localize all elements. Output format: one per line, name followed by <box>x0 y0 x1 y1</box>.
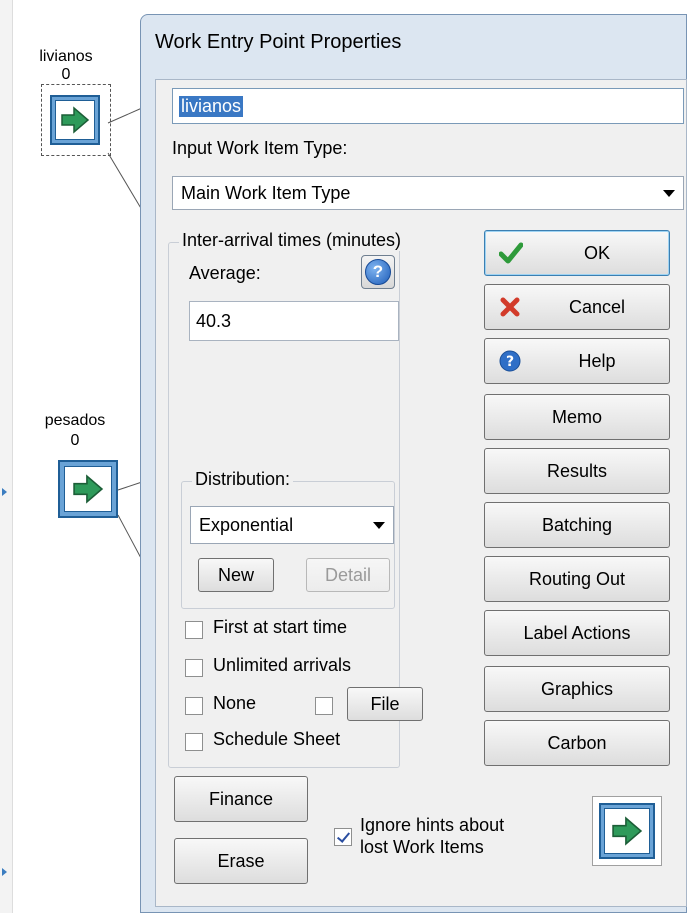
carbon-button[interactable]: Carbon <box>484 720 670 766</box>
chevron-down-icon <box>373 522 385 529</box>
unlimited-arrivals-label: Unlimited arrivals <box>213 655 352 675</box>
inter-arrival-title: Inter-arrival times (minutes) <box>179 230 405 251</box>
results-button-label: Results <box>546 460 608 481</box>
memo-button-label: Memo <box>551 406 602 427</box>
graphics-button-label: Graphics <box>540 678 614 699</box>
label-actions-button-label: Label Actions <box>523 622 631 643</box>
distribution-value: Exponential <box>199 514 294 535</box>
detail-button-label: Detail <box>324 564 372 585</box>
ok-button[interactable]: OK <box>484 230 670 276</box>
ignore-hints-label: Ignore hints about lost Work Items <box>360 814 504 858</box>
help-button[interactable]: ? Help <box>484 338 670 384</box>
block-pesados-count: 0 <box>70 432 80 449</box>
none-checkbox[interactable] <box>185 697 203 715</box>
memo-button[interactable]: Memo <box>484 394 670 440</box>
block-pesados[interactable] <box>58 460 118 518</box>
new-button[interactable]: New <box>198 558 274 592</box>
block-livianos-count: 0 <box>61 66 71 83</box>
first-at-start-checkbox[interactable] <box>185 621 203 639</box>
average-label: Average: <box>189 263 261 283</box>
distribution-title: Distribution: <box>192 469 294 490</box>
routing-out-button[interactable]: Routing Out <box>484 556 670 602</box>
file-checkbox[interactable] <box>315 697 333 715</box>
results-button[interactable]: Results <box>484 448 670 494</box>
graphics-button[interactable]: Graphics <box>484 666 670 712</box>
label-actions-button[interactable]: Label Actions <box>484 610 670 656</box>
finance-button-label: Finance <box>208 788 274 809</box>
question-icon: ? <box>365 259 391 285</box>
new-button-label: New <box>217 564 254 585</box>
red-x-icon <box>499 296 521 318</box>
file-button-label: File <box>370 693 400 714</box>
cancel-button[interactable]: Cancel <box>484 284 670 330</box>
chevron-down-icon <box>663 190 675 197</box>
distribution-select[interactable]: Exponential <box>190 506 394 544</box>
routing-out-button-label: Routing Out <box>528 568 626 589</box>
ignore-hints-line2: lost Work Items <box>360 837 484 857</box>
ignore-hints-line1: Ignore hints about <box>360 815 505 835</box>
input-type-value: Main Work Item Type <box>181 182 351 203</box>
carbon-button-label: Carbon <box>547 732 607 753</box>
inter-arrival-group: Inter-arrival times (minutes) Average: ?… <box>168 230 423 768</box>
schedule-sheet-checkbox[interactable] <box>185 733 203 751</box>
input-type-label: Input Work Item Type: <box>172 138 348 158</box>
average-input[interactable]: 40.3 <box>189 301 399 341</box>
green-arrow-icon <box>612 816 643 846</box>
erase-button[interactable]: Erase <box>174 838 308 884</box>
none-label: None <box>213 693 257 713</box>
dialog-client-area: livianos Input Work Item Type: Main Work… <box>155 79 687 907</box>
unlimited-arrivals-checkbox[interactable] <box>185 659 203 677</box>
green-checkmark-icon <box>499 242 523 264</box>
block-graphic-preview <box>592 796 662 866</box>
batching-button-label: Batching <box>541 514 613 535</box>
average-value: 40.3 <box>196 310 232 331</box>
average-help-button[interactable]: ? <box>361 255 395 289</box>
schedule-sheet-label: Schedule Sheet <box>213 729 341 749</box>
cancel-button-label: Cancel <box>568 296 626 317</box>
help-button-label: Help <box>578 350 616 371</box>
ok-button-label: OK <box>583 242 610 263</box>
ignore-hints-checkbox[interactable] <box>334 828 352 846</box>
first-at-start-label: First at start time <box>213 617 348 637</box>
green-arrow-icon <box>73 474 104 504</box>
block-name-input[interactable]: livianos <box>172 88 684 124</box>
dialog-title: Work Entry Point Properties <box>155 31 402 53</box>
input-type-select[interactable]: Main Work Item Type <box>172 176 684 210</box>
detail-button[interactable]: Detail <box>306 558 390 592</box>
block-pesados-name: pesados <box>44 412 106 429</box>
finance-button[interactable]: Finance <box>174 776 308 822</box>
green-arrow-icon <box>61 106 90 134</box>
erase-button-label: Erase <box>217 850 265 871</box>
distribution-group: Distribution: Exponential New Detail <box>181 469 395 609</box>
block-livianos[interactable] <box>50 95 100 145</box>
block-livianos-name: livianos <box>39 48 93 65</box>
work-entry-point-dialog: Work Entry Point Properties livianos Inp… <box>140 14 687 913</box>
dialog-titlebar[interactable]: Work Entry Point Properties <box>141 15 686 75</box>
blue-question-icon: ? <box>499 350 521 372</box>
batching-button[interactable]: Batching <box>484 502 670 548</box>
block-name-value: livianos <box>179 95 244 117</box>
file-button[interactable]: File <box>347 687 423 721</box>
svg-text:?: ? <box>506 354 514 370</box>
